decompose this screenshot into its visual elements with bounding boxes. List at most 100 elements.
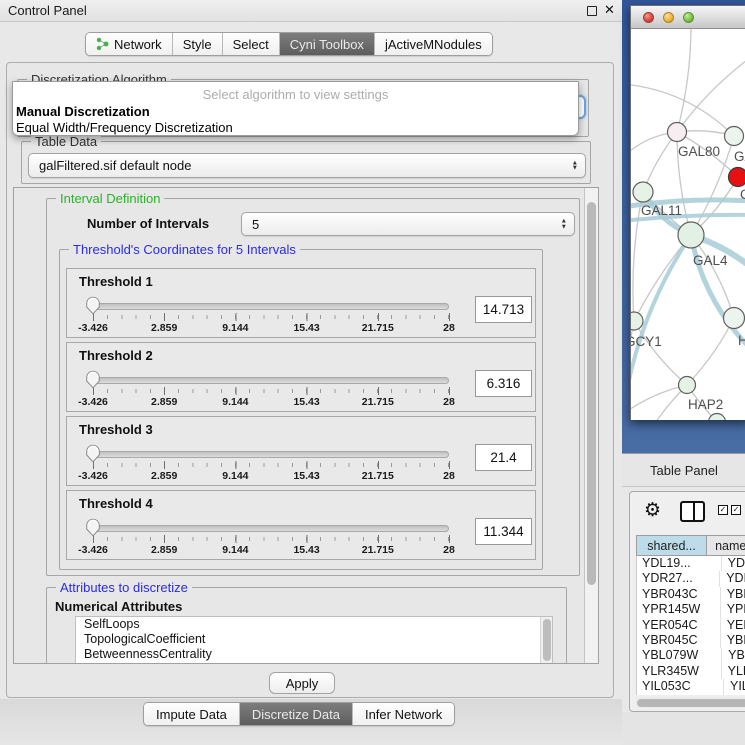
network-node-red[interactable] xyxy=(729,168,745,187)
table-cell[interactable]: YBR0 xyxy=(720,633,745,648)
tab-jactivemnodules[interactable]: jActiveMNodules xyxy=(375,33,492,55)
settings-scrollbar[interactable] xyxy=(584,188,598,663)
table-cell[interactable]: YLR345W xyxy=(637,664,721,679)
table-row[interactable]: YBR043CYBR0 xyxy=(637,587,745,602)
tab-style[interactable]: Style xyxy=(173,33,223,55)
network-graph[interactable]: GAL80GALCGAL11GAL4GCY1HHAP2 xyxy=(631,29,745,420)
column-header-name[interactable]: name xyxy=(707,535,745,556)
attributes-scrollbar[interactable] xyxy=(540,617,552,664)
slider-track[interactable] xyxy=(93,377,449,384)
tab-cyni-toolbox[interactable]: Cyni Toolbox xyxy=(280,33,375,55)
table-row[interactable]: YER054CYER0 xyxy=(637,618,745,633)
network-node-bpart[interactable] xyxy=(709,414,726,421)
gear-icon[interactable]: ⚙ xyxy=(644,499,661,522)
table-row[interactable]: YDR27...YDR2 xyxy=(637,571,745,586)
tab-discretize-data[interactable]: Discretize Data xyxy=(240,703,353,725)
threshold-slider[interactable]: -3.426 2.859 9.144 15.43 21.715 28 xyxy=(93,523,449,559)
table-cell[interactable]: YER054C xyxy=(637,618,720,633)
threshold-value-field[interactable]: 6.316 xyxy=(475,370,532,397)
table-horizontal-scrollbar[interactable] xyxy=(636,697,745,708)
threshold-value-field[interactable]: 21.4 xyxy=(475,444,532,471)
table-row[interactable]: YDL19...YDL1 xyxy=(637,556,745,571)
table-cell[interactable]: YDL19... xyxy=(637,556,721,571)
algorithm-option-equal-width[interactable]: Equal Width/Frequency Discretization xyxy=(16,120,233,135)
slider-track[interactable] xyxy=(93,451,449,458)
table-cell[interactable]: YDR27... xyxy=(637,571,719,586)
table-body[interactable]: YDL19...YDL1YDR27...YDR2YBR043CYBR0YPR14… xyxy=(636,556,745,695)
network-edge[interactable] xyxy=(631,385,687,414)
network-node-gal4[interactable] xyxy=(678,222,704,248)
close-icon[interactable]: ✕ xyxy=(604,2,615,18)
table-data-combobox[interactable]: galFiltered.sif default node ▲▼ xyxy=(28,153,586,178)
slider-track[interactable] xyxy=(93,303,449,310)
network-node-gal80[interactable] xyxy=(668,123,687,142)
network-edge[interactable] xyxy=(687,318,734,385)
slider-thumb[interactable] xyxy=(86,370,101,389)
network-node-hnode[interactable] xyxy=(724,308,745,329)
table-cell[interactable]: YPR1 xyxy=(720,602,745,617)
threshold-panel: Threshold 2 -3.426 2.859 9.144 15.43 21.… xyxy=(66,342,536,412)
table-row[interactable]: YBL079WYBL0 xyxy=(637,648,745,663)
scrollbar-thumb[interactable] xyxy=(543,619,551,661)
slider-scale-labels: -3.426 2.859 9.144 15.43 21.715 28 xyxy=(93,322,449,335)
table-cell[interactable]: YBL079W xyxy=(637,648,721,663)
num-intervals-combobox[interactable]: 5 ▲▼ xyxy=(241,212,575,236)
column-view-icon[interactable] xyxy=(680,501,705,522)
scrollbar-thumb[interactable] xyxy=(637,699,745,707)
slider-track[interactable] xyxy=(93,525,449,532)
select-columns-icon[interactable]: ✓✓ xyxy=(718,505,741,515)
algorithm-option-manual[interactable]: Manual Discretization xyxy=(16,104,150,119)
table-cell[interactable]: YPR145W xyxy=(637,602,720,617)
stepper-arrows-icon[interactable]: ▲▼ xyxy=(572,160,578,171)
threshold-slider[interactable]: -3.426 2.859 9.144 15.43 21.715 28 xyxy=(93,449,449,485)
network-window[interactable]: GAL80GALCGAL11GAL4GCY1HHAP2 xyxy=(630,5,745,420)
table-cell[interactable]: YIL053C xyxy=(637,679,723,694)
threshold-slider[interactable]: -3.426 2.859 9.144 15.43 21.715 28 xyxy=(93,301,449,337)
network-window-titlebar[interactable] xyxy=(631,6,745,29)
attribute-item[interactable]: SelfLoops xyxy=(76,617,552,632)
threshold-value-field[interactable]: 14.713 xyxy=(475,296,532,323)
network-edge[interactable] xyxy=(677,57,745,132)
close-traffic-light-icon[interactable] xyxy=(643,12,654,23)
table-cell[interactable]: YER0 xyxy=(720,618,745,633)
stepper-arrows-icon[interactable]: ▲▼ xyxy=(561,219,567,230)
table-cell[interactable]: YLR3 xyxy=(721,664,745,679)
table-cell[interactable]: YBR043C xyxy=(637,587,720,602)
table-cell[interactable]: YIL0 xyxy=(723,679,745,694)
table-cell[interactable]: YBR045C xyxy=(637,633,720,648)
slider-thumb[interactable] xyxy=(86,518,101,537)
table-cell[interactable]: YBL0 xyxy=(721,648,745,663)
tab-infer-network[interactable]: Infer Network xyxy=(353,703,454,725)
numerical-attributes-list[interactable]: SelfLoopsTopologicalCoefficientBetweenne… xyxy=(75,616,553,664)
minimize-traffic-light-icon[interactable] xyxy=(663,12,674,23)
table-cell[interactable]: YDL1 xyxy=(721,556,745,571)
threshold-value-field[interactable]: 11.344 xyxy=(475,518,532,545)
network-edge[interactable] xyxy=(691,235,734,318)
table-row[interactable]: YLR345WYLR3 xyxy=(637,664,745,679)
attribute-item[interactable]: BetweennessCentrality xyxy=(76,647,552,662)
scrollbar-thumb[interactable] xyxy=(587,202,596,585)
network-canvas[interactable]: GAL80GALCGAL11GAL4GCY1HHAP2 xyxy=(631,29,745,420)
network-node-hap2[interactable] xyxy=(679,377,696,394)
table-row[interactable]: YBR045CYBR0 xyxy=(637,633,745,648)
table-row[interactable]: YIL053CYIL0 xyxy=(637,679,745,694)
attribute-item[interactable]: TopologicalCoefficient xyxy=(76,632,552,647)
slider-thumb[interactable] xyxy=(86,444,101,463)
apply-button[interactable]: Apply xyxy=(269,672,335,694)
network-node-gcy1[interactable] xyxy=(631,312,643,330)
tab-select[interactable]: Select xyxy=(223,33,280,55)
column-header-shared[interactable]: shared... xyxy=(636,535,707,556)
slider-thumb[interactable] xyxy=(86,296,101,315)
threshold-slider[interactable]: -3.426 2.859 9.144 15.43 21.715 28 xyxy=(93,375,449,411)
threshold-panel: Threshold 1 -3.426 2.859 9.144 15.43 21.… xyxy=(66,268,536,338)
table-cell[interactable]: YDR2 xyxy=(719,571,745,586)
table-cell[interactable]: YBR0 xyxy=(720,587,745,602)
tab-impute-data[interactable]: Impute Data xyxy=(144,703,240,725)
table-row[interactable]: YPR145WYPR1 xyxy=(637,602,745,617)
tab-network[interactable]: Network xyxy=(86,33,173,55)
network-node-gal11[interactable] xyxy=(633,182,653,202)
network-node-gtop[interactable] xyxy=(725,127,744,146)
float-window-icon[interactable] xyxy=(587,6,597,16)
zoom-traffic-light-icon[interactable] xyxy=(683,12,694,23)
slider-scale-labels: -3.426 2.859 9.144 15.43 21.715 28 xyxy=(93,544,449,557)
